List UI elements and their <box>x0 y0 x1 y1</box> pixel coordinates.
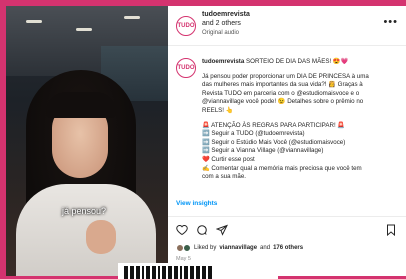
heart-icon[interactable] <box>176 224 188 236</box>
post-caption: tudoemrevista SORTEIO DE DIA DAS MÃES! 😍… <box>202 58 400 188</box>
rule-item: ✍️ Comentar qual a memória mais preciosa… <box>202 164 362 172</box>
liker-avatar <box>183 244 191 252</box>
rule-item: ❤️ Curtir esse post <box>202 155 255 163</box>
more-horizontal-icon[interactable]: ••• <box>383 16 398 28</box>
person-bangs <box>46 92 116 118</box>
rule-item: ➡️ Seguir a TUDO (@tudoemrevista) <box>202 130 305 138</box>
ceiling-light <box>76 28 92 31</box>
post-date: May 5 <box>176 256 191 262</box>
header-username[interactable]: tudoemrevista <box>202 11 250 18</box>
liked-by-prefix: Liked by <box>194 245 217 251</box>
header-collaborators[interactable]: and 2 others <box>202 20 241 27</box>
caption-line: @viannavillage você pode! 😉 Detalhes sob… <box>202 98 364 106</box>
caption-username[interactable]: tudoemrevista <box>202 58 244 65</box>
share-icon[interactable] <box>216 224 228 236</box>
view-insights-link[interactable]: View insights <box>176 200 217 207</box>
cropped-graphic <box>124 266 212 279</box>
account-avatar[interactable]: TUDO <box>176 16 196 36</box>
liked-by-and: and <box>260 245 271 251</box>
comment-icon[interactable] <box>196 224 208 236</box>
rules-title: 🚨 ATENÇÃO ÀS REGRAS PARA PARTICIPAR! 🚨 <box>202 121 346 129</box>
divider <box>168 216 406 217</box>
caption-title: SORTEIO DE DIA DAS MÃES! 😍💗 <box>246 58 349 65</box>
liked-by-row[interactable]: Liked by viannavillage and 176 others <box>176 244 303 252</box>
caption-line: Já pensou poder proporcionar um DIA DE P… <box>202 72 369 80</box>
ceiling-light <box>26 20 42 23</box>
rule-item: ➡️ Seguir a Vianna Village (@viannavilla… <box>202 147 324 155</box>
person-hand <box>86 220 116 254</box>
caption-title-line: tudoemrevista SORTEIO DE DIA DAS MÃES! 😍… <box>202 58 400 67</box>
caption-avatar[interactable]: TUDO <box>176 58 196 78</box>
liked-by-others[interactable]: 176 others <box>273 245 303 251</box>
rule-item: com a sua mãe. <box>202 173 247 181</box>
reel-video[interactable]: já pensou? <box>6 6 168 276</box>
post-header: TUDO tudoemrevista and 2 others Original… <box>168 6 406 46</box>
audio-label[interactable]: Original audio <box>202 30 239 36</box>
caption-line: REELS! 👆 <box>202 106 234 114</box>
video-overlay-text: já pensou? <box>62 206 107 216</box>
ceiling-light <box>124 16 140 19</box>
bookmark-icon[interactable] <box>386 224 396 236</box>
caption-rules: 🚨 ATENÇÃO ÀS REGRAS PARA PARTICIPAR! 🚨 ➡… <box>202 122 400 182</box>
bottom-overlay-strip <box>118 263 278 279</box>
liked-by-user[interactable]: viannavillage <box>219 245 257 251</box>
action-bar <box>176 224 228 238</box>
screenshot-frame: já pensou? TUDO tudoemrevista and 2 othe… <box>6 6 406 276</box>
caption-paragraph: Já pensou poder proporcionar um DIA DE P… <box>202 73 400 116</box>
caption-line: das mulheres mais importantes da sua vid… <box>202 81 363 89</box>
post-panel: TUDO tudoemrevista and 2 others Original… <box>168 6 406 276</box>
